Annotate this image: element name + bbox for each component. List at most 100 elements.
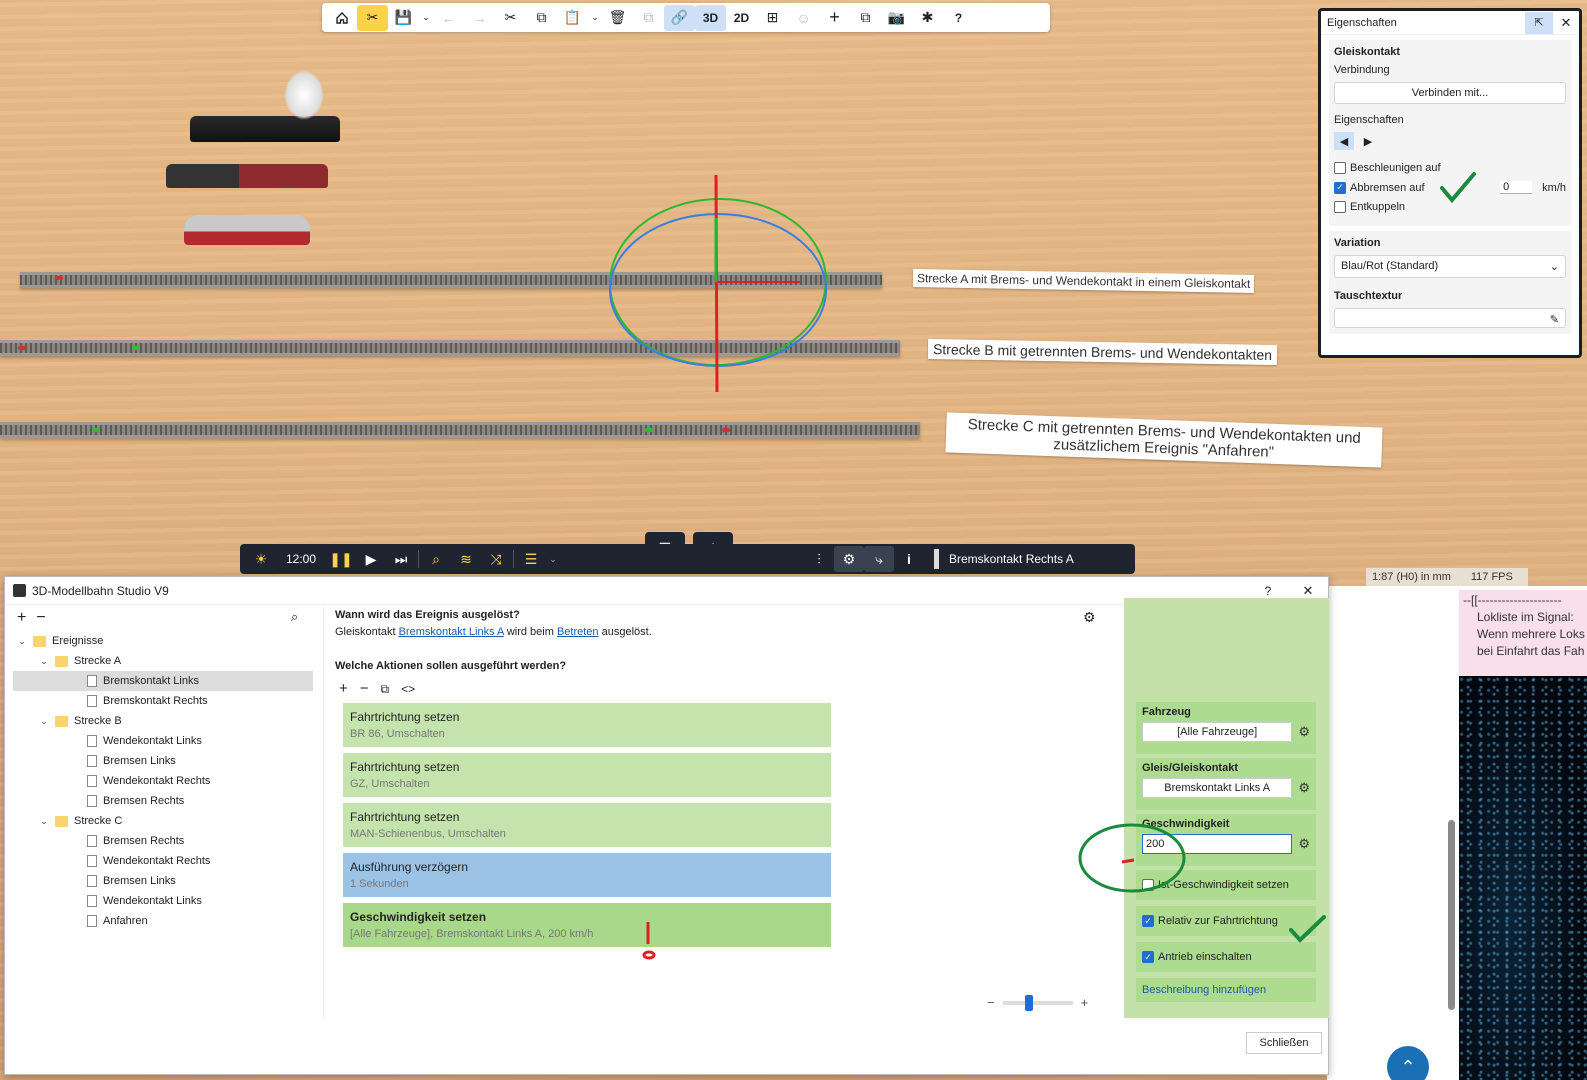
tree-item[interactable]: ⌄ Strecke B: [13, 711, 313, 731]
tree-item[interactable]: Anfahren: [13, 911, 313, 931]
popout-button[interactable]: ⇱: [1525, 11, 1553, 34]
editor-settings-button[interactable]: ⚙: [1083, 609, 1096, 626]
variation-select[interactable]: Blau/Rot (Standard) ⌄: [1334, 255, 1566, 278]
chevron-down-icon[interactable]: ⌄: [39, 716, 49, 727]
prev-button[interactable]: ◀: [1334, 132, 1354, 150]
close-properties-button[interactable]: ✕: [1553, 15, 1579, 31]
tree-item[interactable]: Bremskontakt Links: [13, 671, 313, 691]
grid-button[interactable]: ⊞: [757, 5, 788, 31]
cut-button[interactable]: ✂: [495, 5, 526, 31]
vehicle-gear-button[interactable]: ⚙: [1298, 724, 1310, 740]
brake-checkbox[interactable]: ✓: [1334, 181, 1346, 194]
accelerate-checkbox[interactable]: [1334, 162, 1346, 174]
list-button[interactable]: ☰: [516, 546, 546, 572]
save-menu-button[interactable]: ⌄: [419, 5, 433, 31]
dialog-close-button[interactable]: ✕: [1288, 583, 1328, 599]
pause-button[interactable]: ❚❚: [326, 546, 356, 572]
remove-event-button[interactable]: −: [36, 609, 45, 627]
duplicate-button[interactable]: ⧉: [633, 5, 664, 31]
shuffle-button[interactable]: ⤨: [481, 546, 511, 572]
transform-gizmo[interactable]: [600, 170, 840, 400]
action-card[interactable]: Fahrtrichtung setzen BR 86, Umschalten: [343, 703, 831, 747]
zoom-slider[interactable]: [1002, 994, 1073, 1011]
view-2d-button[interactable]: 2D: [726, 5, 757, 31]
save-button[interactable]: 💾: [388, 5, 419, 31]
drive-row[interactable]: ✓ Antrieb einschalten: [1136, 942, 1316, 972]
tree-item[interactable]: Wendekontakt Rechts: [13, 771, 313, 791]
time-display[interactable]: 12:00: [286, 552, 316, 566]
info-button[interactable]: i: [894, 546, 924, 572]
tree-item[interactable]: Bremsen Rechts: [13, 831, 313, 851]
drive-checkbox[interactable]: ✓: [1142, 951, 1154, 963]
action-card[interactable]: Ausführung verzögern 1 Sekunden: [343, 853, 831, 897]
action-card[interactable]: Fahrtrichtung setzen MAN-Schienenbus, Ums…: [343, 803, 831, 847]
tree-item[interactable]: Bremsen Rechts: [13, 791, 313, 811]
speed-gear-button[interactable]: ⚙: [1298, 836, 1310, 852]
connect-button[interactable]: Verbinden mit...: [1334, 82, 1566, 104]
railbus[interactable]: [184, 215, 310, 245]
zoom-in-button[interactable]: +: [1081, 995, 1089, 1010]
tree-item[interactable]: Bremskontakt Rechts: [13, 691, 313, 711]
copy-button[interactable]: ⧉: [526, 5, 557, 31]
view-3d-button[interactable]: 3D: [695, 4, 726, 31]
trigger-event-link[interactable]: Betreten: [557, 626, 599, 638]
contact-marker[interactable]: [18, 346, 26, 350]
add-action-button[interactable]: +: [339, 680, 348, 697]
play-button[interactable]: ▶: [356, 546, 386, 572]
remove-action-button[interactable]: −: [360, 680, 369, 697]
zoom-out-button[interactable]: −: [987, 995, 995, 1010]
window-button[interactable]: ⧉: [850, 5, 881, 31]
step-button[interactable]: ⏭: [386, 546, 416, 572]
brake-speed-input[interactable]: 0: [1500, 181, 1533, 194]
next-button[interactable]: ▶: [1358, 132, 1378, 150]
add-button[interactable]: +: [819, 5, 850, 31]
events-button[interactable]: ⤷: [864, 546, 894, 572]
track-selector[interactable]: Bremskontakt Links A: [1142, 778, 1293, 798]
contact-marker[interactable]: [92, 428, 100, 432]
mixer-button[interactable]: ⫶: [804, 546, 834, 572]
action-card[interactable]: Fahrtrichtung setzen GZ, Umschalten: [343, 753, 831, 797]
chevron-down-icon[interactable]: ⌄: [17, 636, 27, 647]
vehicle-selector[interactable]: [Alle Fahrzeuge]: [1142, 722, 1293, 742]
uncouple-checkbox[interactable]: [1334, 201, 1346, 213]
list-menu-button[interactable]: ⌄: [546, 546, 560, 572]
texture-input[interactable]: ✎: [1334, 308, 1566, 328]
tree-item[interactable]: ⌄ Ereignisse: [13, 631, 313, 651]
tree-item[interactable]: Wendekontakt Links: [13, 731, 313, 751]
tree-item[interactable]: ⌄ Strecke C: [13, 811, 313, 831]
copy-action-button[interactable]: ⧉: [381, 680, 390, 697]
track-gear-button[interactable]: ⚙: [1298, 780, 1310, 796]
link-button[interactable]: 🔗: [664, 4, 695, 31]
close-dialog-button[interactable]: Schließen: [1246, 1032, 1322, 1054]
code-action-button[interactable]: <>: [401, 680, 415, 697]
tools-button[interactable]: ✂: [357, 4, 388, 31]
contact-marker[interactable]: [132, 346, 140, 350]
freight-train[interactable]: [166, 164, 328, 188]
contact-marker[interactable]: [55, 276, 63, 280]
scroll-top-button[interactable]: ⌃: [1387, 1046, 1429, 1080]
layers-button[interactable]: ≋: [451, 546, 481, 572]
tree-item[interactable]: Bremsen Links: [13, 871, 313, 891]
camera-button[interactable]: 📷: [881, 5, 912, 31]
tree-item[interactable]: Wendekontakt Rechts: [13, 851, 313, 871]
undo-button[interactable]: ←: [433, 5, 464, 31]
dialog-help-button[interactable]: ?: [1248, 584, 1288, 598]
add-description-link[interactable]: Beschreibung hinzufügen: [1142, 984, 1266, 996]
steam-locomotive[interactable]: [190, 116, 340, 142]
sun-button[interactable]: ☀: [246, 546, 276, 572]
relative-checkbox[interactable]: ✓: [1142, 915, 1154, 927]
delete-button[interactable]: 🗑: [602, 5, 633, 31]
search-button[interactable]: ⌕: [421, 546, 451, 572]
person-button[interactable]: ☺: [788, 5, 819, 31]
zoom-slider-thumb[interactable]: [1024, 994, 1033, 1011]
home-button[interactable]: [326, 5, 357, 31]
track-strecke-c[interactable]: [0, 422, 920, 438]
paste-menu-button[interactable]: ⌄: [588, 5, 602, 31]
paste-button[interactable]: 📋: [557, 5, 588, 31]
chevron-down-icon[interactable]: ⌄: [39, 816, 49, 827]
contact-marker[interactable]: [722, 428, 730, 432]
tree-item[interactable]: Wendekontakt Links: [13, 891, 313, 911]
trigger-contact-link[interactable]: Bremskontakt Links A: [399, 626, 504, 638]
contact-marker[interactable]: [645, 428, 653, 432]
tree-search-button[interactable]: ⌕: [291, 609, 298, 625]
